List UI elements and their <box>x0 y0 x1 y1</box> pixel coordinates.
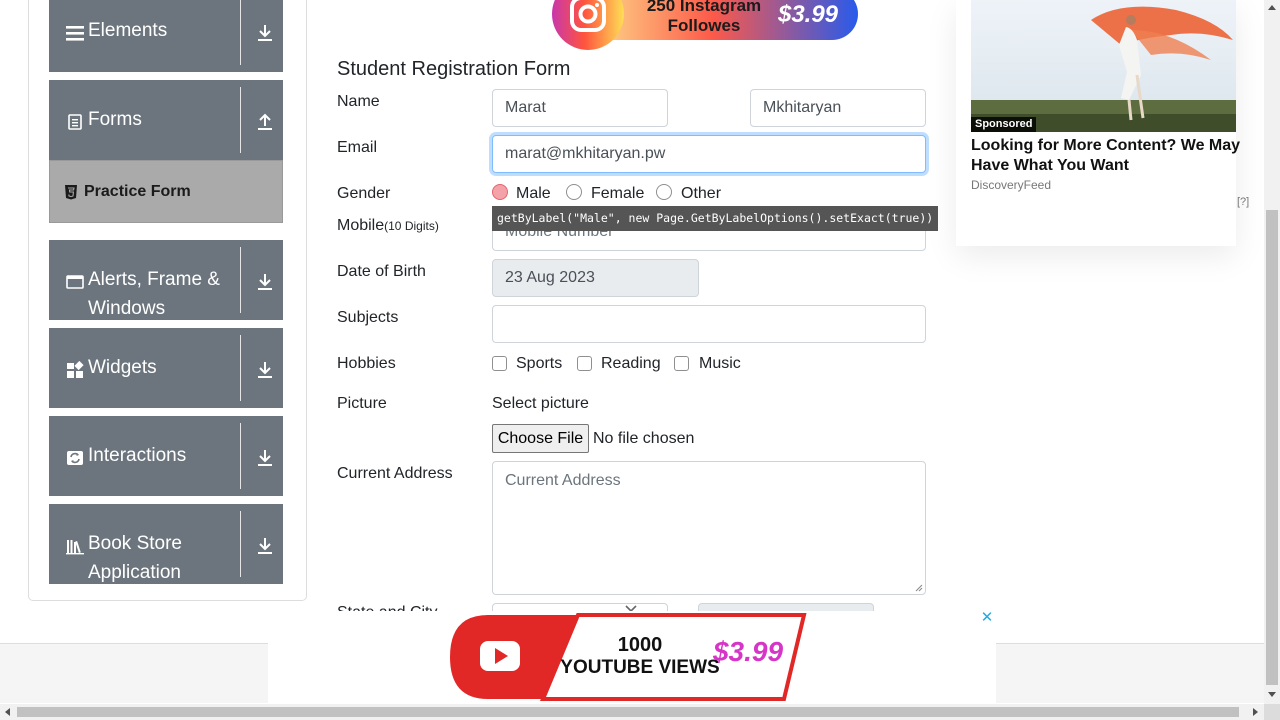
upload-arrow-icon[interactable] <box>256 113 274 131</box>
scroll-down-icon[interactable] <box>1268 692 1276 697</box>
yt-ad-line2: YOUTUBE VIEWS <box>560 657 719 678</box>
hobby-music-checkbox[interactable] <box>674 356 689 371</box>
insta-ad-line2: Followes <box>668 16 741 35</box>
gender-male-radio[interactable] <box>492 184 508 200</box>
download-arrow-icon[interactable] <box>256 273 274 291</box>
divider <box>240 0 241 65</box>
sidebar-item-practice-form[interactable]: Practice Form <box>49 160 283 223</box>
gender-female-radio[interactable] <box>566 184 582 200</box>
sidebar-group-alerts[interactable]: Alerts, Frame & Windows <box>49 240 283 320</box>
hobby-music-label[interactable]: Music <box>699 355 741 373</box>
books-icon <box>66 540 84 555</box>
ad-info-link[interactable]: [?] <box>1237 196 1249 208</box>
divider <box>240 87 241 153</box>
download-arrow-icon[interactable] <box>256 449 274 467</box>
yt-ad-line1: 1000 <box>618 634 663 656</box>
mobile-label-text: Mobile <box>337 217 385 234</box>
sidebar-group-label: Forms <box>88 109 142 130</box>
youtube-ad-art: 1000 YOUTUBE VIEWS $3.99 <box>450 613 807 701</box>
hamburger-icon <box>66 26 84 41</box>
current-address-textarea[interactable]: Current Address <box>492 461 926 595</box>
date-of-birth-input[interactable]: 23 Aug 2023 <box>492 259 699 297</box>
sidebar-group-label-line1: Alerts, Frame & <box>88 269 220 290</box>
sidebar-group-elements[interactable]: Elements <box>49 0 283 72</box>
resize-grip-icon[interactable] <box>915 584 923 592</box>
sidebar-group-label: Widgets <box>88 357 157 378</box>
mobile-label: Mobile(10 Digits) <box>337 217 439 235</box>
divider <box>240 423 241 489</box>
scroll-left-icon[interactable] <box>5 708 10 716</box>
email-label: Email <box>337 139 378 156</box>
scrollbar-corner <box>1264 704 1280 720</box>
scroll-up-icon[interactable] <box>1268 5 1276 10</box>
interactions-icon <box>67 451 83 465</box>
hobbies-label: Hobbies <box>337 355 396 372</box>
sidebar-group-label-line1: Book Store <box>88 533 182 554</box>
divider <box>240 335 241 401</box>
gender-female-label[interactable]: Female <box>591 185 644 203</box>
first-name-input[interactable]: Marat <box>492 89 668 127</box>
subjects-label: Subjects <box>337 309 399 326</box>
divider <box>240 247 241 313</box>
choose-file-button[interactable]: Choose File <box>492 424 589 453</box>
gender-other-radio[interactable] <box>656 184 672 200</box>
yt-ad-price: $3.99 <box>712 636 783 667</box>
insta-ad-line1: 250 Instagram <box>647 0 761 15</box>
last-name-input[interactable]: Mkhitaryan <box>750 89 926 127</box>
address-placeholder: Current Address <box>505 472 621 489</box>
instagram-ad-banner[interactable]: 250 Instagram Followes $3.99 <box>546 0 860 50</box>
picture-label: Picture <box>337 395 387 412</box>
sidebar-group-label: Elements <box>88 20 168 41</box>
sidebar-group-book-store[interactable]: Book Store Application <box>49 504 283 584</box>
subjects-input[interactable] <box>492 305 926 343</box>
sidebar-group-widgets[interactable]: Widgets <box>49 328 283 408</box>
html5-icon <box>65 185 77 200</box>
download-arrow-icon[interactable] <box>256 537 274 555</box>
document-icon <box>68 114 82 130</box>
widgets-icon <box>67 361 84 378</box>
window-icon <box>66 275 84 289</box>
insta-ad-price: $3.99 <box>777 1 839 28</box>
ad-source[interactable]: DiscoveryFeed <box>971 178 1051 192</box>
address-label: Current Address <box>337 465 453 482</box>
hobby-reading-label[interactable]: Reading <box>601 355 661 373</box>
email-input[interactable]: marat@mkhitaryan.pw <box>492 135 926 173</box>
gender-male-label[interactable]: Male <box>516 185 551 203</box>
gender-other-label[interactable]: Other <box>681 185 721 203</box>
ad-headline[interactable]: Looking for More Content? We May Have Wh… <box>971 136 1241 176</box>
file-status: No file chosen <box>593 430 695 447</box>
name-label: Name <box>337 93 380 110</box>
vertical-scrollbar[interactable] <box>1264 0 1280 704</box>
download-arrow-icon[interactable] <box>256 24 274 42</box>
horizontal-scroll-thumb[interactable] <box>17 707 1239 717</box>
sidebar-group-label-line2: Application <box>88 562 181 583</box>
sidebar-item-label: Practice Form <box>84 183 191 200</box>
gender-label: Gender <box>337 185 391 202</box>
ad-photo <box>971 0 1236 132</box>
dob-label: Date of Birth <box>337 263 426 280</box>
sponsored-ad[interactable]: Sponsored Looking for More Content? We M… <box>956 0 1249 246</box>
scroll-right-icon[interactable] <box>1253 708 1258 716</box>
sidebar-group-label-line2: Windows <box>88 298 166 319</box>
download-arrow-icon[interactable] <box>256 361 274 379</box>
youtube-ad-banner[interactable]: 1000 YOUTUBE VIEWS $3.99 <box>268 611 996 703</box>
sidebar-group-label: Interactions <box>88 445 187 466</box>
locator-tooltip: getByLabel("Male", new Page.GetByLabelOp… <box>492 206 939 231</box>
hobby-reading-checkbox[interactable] <box>577 356 592 371</box>
mobile-hint: (10 Digits) <box>384 219 439 233</box>
select-picture-label: Select picture <box>492 395 589 412</box>
horizontal-scrollbar[interactable] <box>0 704 1264 720</box>
form-title: Student Registration Form <box>337 58 571 80</box>
ad-close-icon[interactable]: ✕ <box>980 610 994 625</box>
divider <box>240 511 241 577</box>
sidebar-group-forms[interactable]: Forms <box>49 80 283 160</box>
sponsored-badge: Sponsored <box>971 117 1037 132</box>
vertical-scroll-thumb[interactable] <box>1266 210 1278 685</box>
hobby-sports-checkbox[interactable] <box>492 356 507 371</box>
hobby-sports-label[interactable]: Sports <box>516 355 562 373</box>
page: Elements Forms Practice Form Alerts, Fra… <box>0 0 1280 720</box>
sidebar-group-interactions[interactable]: Interactions <box>49 416 283 496</box>
